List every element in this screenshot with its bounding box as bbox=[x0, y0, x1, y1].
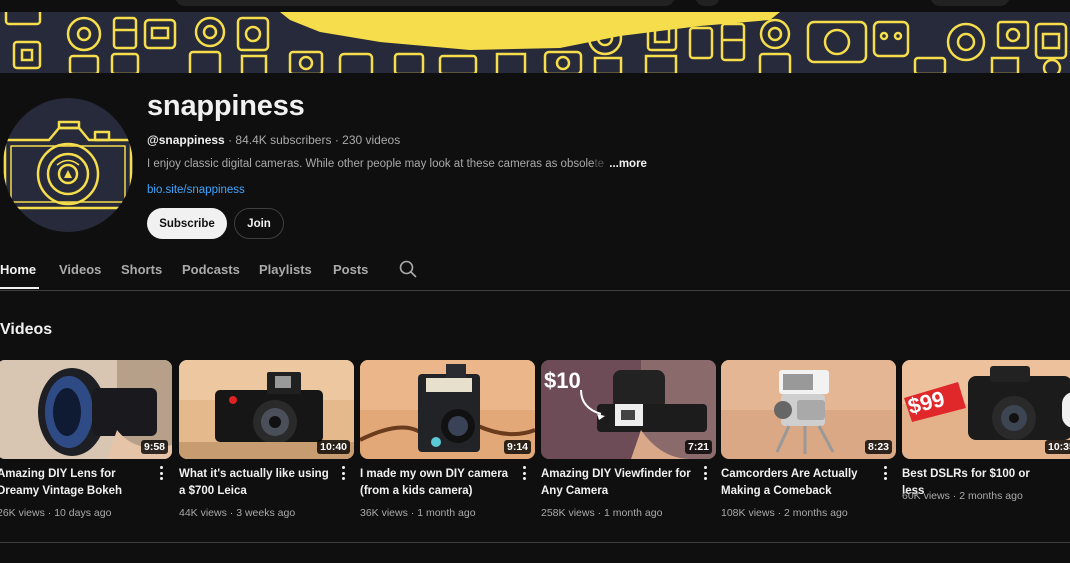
description-faded-text: te bbox=[594, 158, 605, 170]
kebab-menu-icon[interactable] bbox=[884, 466, 888, 480]
active-tab-indicator bbox=[0, 287, 39, 289]
video-stats: 60K views · 2 months ago bbox=[902, 490, 1023, 502]
tab-home[interactable]: Home bbox=[0, 262, 36, 277]
tab-playlists[interactable]: Playlists bbox=[259, 262, 312, 277]
more-link[interactable]: ...more bbox=[609, 158, 647, 170]
section-divider bbox=[0, 542, 1070, 543]
video-age: 10 days ago bbox=[54, 507, 112, 519]
header-strip bbox=[0, 0, 1070, 12]
video-views: 258K views bbox=[541, 507, 595, 519]
video-card[interactable]: 10:40 What it's actually like using a $7… bbox=[179, 360, 354, 530]
video-thumbnail[interactable]: $10 7:21 bbox=[541, 360, 716, 459]
video-age: 1 month ago bbox=[604, 507, 663, 519]
video-card[interactable]: $99 10:35 Best DSLRs for $100 or less 60… bbox=[902, 360, 1070, 530]
search-icon[interactable] bbox=[399, 260, 417, 278]
kebab-menu-icon[interactable] bbox=[342, 466, 346, 480]
video-stats: 26K views · 10 days ago bbox=[0, 507, 111, 519]
video-card[interactable]: 9:14 I made my own DIY camera (from a ki… bbox=[360, 360, 535, 530]
mic-button-edge[interactable] bbox=[695, 0, 720, 6]
video-title[interactable]: Camcorders Are Actually Making a Comebac… bbox=[721, 466, 873, 500]
video-age: 1 month ago bbox=[417, 507, 476, 519]
video-views: 108K views bbox=[721, 507, 775, 519]
video-duration: 9:14 bbox=[503, 440, 531, 454]
thumbnail-overlay-text: $10 bbox=[544, 368, 581, 393]
banner-camera-pattern bbox=[4, 12, 1068, 73]
subscribe-button[interactable]: Subscribe bbox=[147, 208, 227, 239]
join-button[interactable]: Join bbox=[234, 208, 284, 239]
channel-banner bbox=[0, 12, 1070, 73]
kebab-menu-icon[interactable] bbox=[523, 466, 527, 480]
video-thumbnail[interactable]: 9:14 bbox=[360, 360, 535, 459]
video-count: 230 videos bbox=[342, 133, 401, 147]
video-thumbnail[interactable]: 8:23 bbox=[721, 360, 896, 459]
kebab-menu-icon[interactable] bbox=[160, 466, 164, 480]
subscriber-count: 84.4K subscribers bbox=[235, 133, 332, 147]
channel-link[interactable]: bio.site/snappiness bbox=[147, 184, 245, 196]
video-card[interactable]: 9:58 Amazing DIY Lens for Dreamy Vintage… bbox=[0, 360, 172, 530]
kebab-menu-icon[interactable] bbox=[704, 466, 708, 480]
video-card[interactable]: $10 7:21 Amazing DIY Viewfinder for Any … bbox=[541, 360, 716, 530]
channel-description[interactable]: I enjoy classic digital cameras. While o… bbox=[147, 158, 647, 170]
header-button-edge[interactable] bbox=[930, 0, 1010, 6]
video-stats: 36K views · 1 month ago bbox=[360, 507, 476, 519]
description-text: I enjoy classic digital cameras. While o… bbox=[147, 158, 595, 170]
video-thumbnail[interactable]: 10:40 bbox=[179, 360, 354, 459]
video-thumbnail[interactable]: 9:58 bbox=[0, 360, 172, 459]
video-duration: 10:35 bbox=[1045, 440, 1070, 454]
video-title[interactable]: What it's actually like using a $700 Lei… bbox=[179, 466, 331, 500]
tab-shorts[interactable]: Shorts bbox=[121, 262, 162, 277]
video-views: 60K views bbox=[902, 490, 950, 502]
video-thumbnail[interactable]: $99 10:35 bbox=[902, 360, 1070, 459]
video-duration: 8:23 bbox=[864, 440, 892, 454]
tab-videos[interactable]: Videos bbox=[59, 262, 101, 277]
channel-meta: @snappiness · 84.4K subscribers · 230 vi… bbox=[147, 133, 400, 147]
video-duration: 7:21 bbox=[684, 440, 712, 454]
tab-posts[interactable]: Posts bbox=[333, 262, 368, 277]
section-title: Videos bbox=[0, 321, 53, 338]
video-views: 44K views bbox=[179, 507, 227, 519]
video-duration: 9:58 bbox=[140, 440, 168, 454]
video-views: 36K views bbox=[360, 507, 408, 519]
channel-avatar[interactable] bbox=[3, 98, 133, 232]
channel-name: snappiness bbox=[147, 90, 305, 122]
video-title[interactable]: I made my own DIY camera (from a kids ca… bbox=[360, 466, 512, 500]
video-stats: 44K views · 3 weeks ago bbox=[179, 507, 296, 519]
video-age: 2 months ago bbox=[959, 490, 1023, 502]
video-title[interactable]: Amazing DIY Lens for Dreamy Vintage Boke… bbox=[0, 466, 149, 500]
video-age: 2 months ago bbox=[784, 507, 848, 519]
video-card[interactable]: 8:23 Camcorders Are Actually Making a Co… bbox=[721, 360, 896, 530]
channel-tabs: Home Videos Shorts Podcasts Playlists Po… bbox=[0, 258, 1070, 291]
video-duration: 10:40 bbox=[317, 440, 350, 454]
camera-logo-icon bbox=[3, 120, 133, 210]
video-views: 26K views bbox=[0, 507, 45, 519]
channel-handle: @snappiness bbox=[147, 133, 225, 147]
search-bar-edge[interactable] bbox=[175, 0, 675, 6]
video-title[interactable]: Amazing DIY Viewfinder for Any Camera bbox=[541, 466, 693, 500]
video-stats: 108K views · 2 months ago bbox=[721, 507, 848, 519]
next-arrow-button[interactable] bbox=[1062, 392, 1070, 428]
tab-podcasts[interactable]: Podcasts bbox=[182, 262, 240, 277]
video-age: 3 weeks ago bbox=[236, 507, 296, 519]
video-stats: 258K views · 1 month ago bbox=[541, 507, 663, 519]
